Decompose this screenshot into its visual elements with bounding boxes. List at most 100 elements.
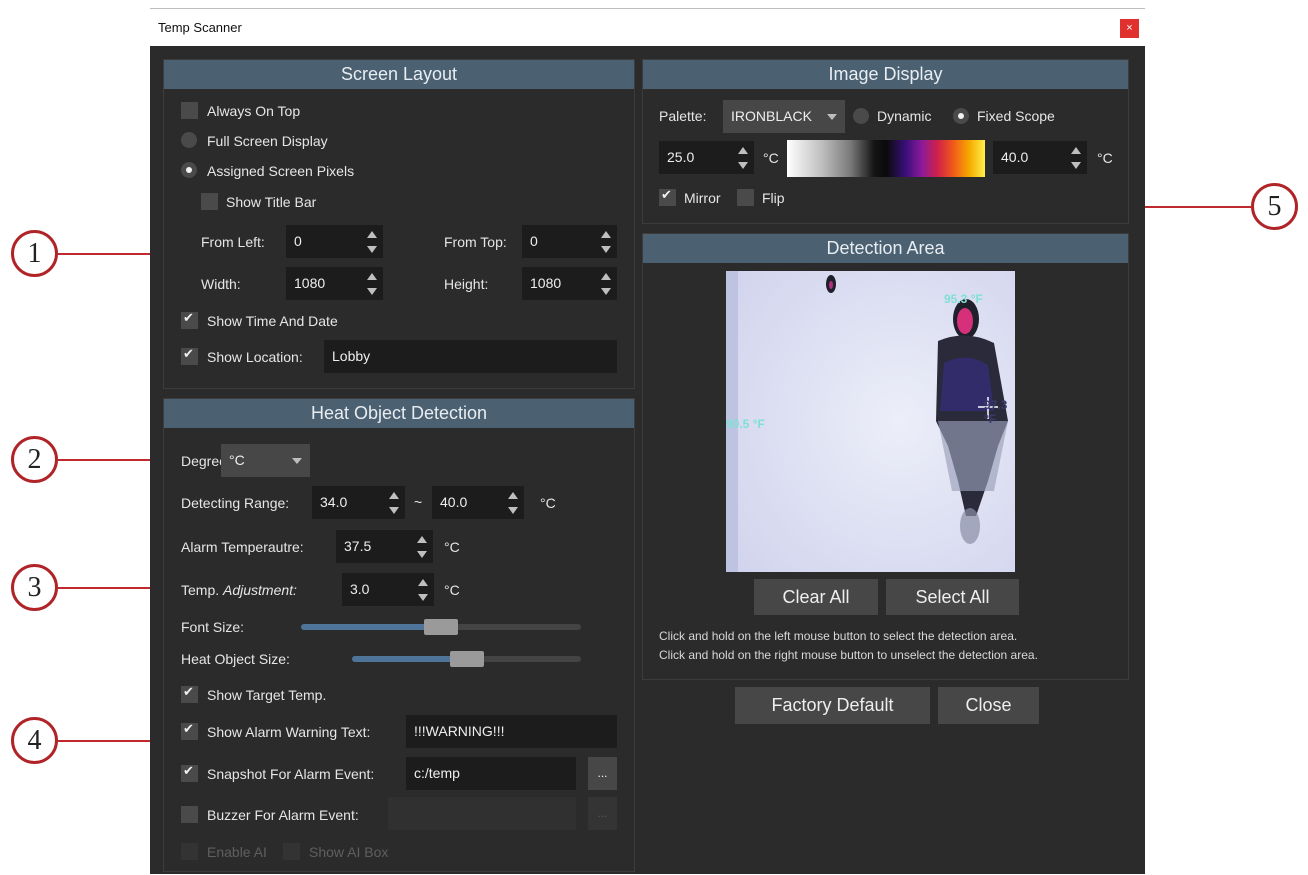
edge-temp-label: 90.5 °F — [726, 417, 765, 431]
from-top-spin-icon[interactable] — [601, 231, 611, 253]
location-input[interactable]: Lobby — [324, 340, 617, 373]
temp-adjustment-label: Temp. Adjustment: — [181, 582, 297, 598]
screen-layout-header: Screen Layout — [164, 60, 634, 89]
factory-default-button[interactable]: Factory Default — [735, 687, 930, 724]
detecting-range-label: Detecting Range: — [181, 495, 290, 511]
heat-object-detection-panel: Heat Object Detection Degree: °C Detecti… — [163, 398, 635, 872]
temp-adjustment-spin-icon[interactable] — [418, 579, 428, 601]
snapshot-path-input[interactable]: c:/temp — [406, 757, 576, 790]
alarm-temperature-value: 37.5 — [344, 538, 372, 554]
palette-value: IRONBLACK — [731, 108, 812, 124]
thermal-camera-view[interactable]: 95.3 °F 97.3 °F 90.5 °F — [726, 271, 1015, 572]
width-spin-icon[interactable] — [367, 273, 377, 295]
scale-min-input[interactable]: 25.0 — [659, 141, 754, 174]
palette-gradient-bar — [787, 140, 985, 177]
scale-max-spin-icon[interactable] — [1071, 147, 1081, 169]
fixed-scope-label: Fixed Scope — [977, 108, 1055, 124]
assigned-screen-pixels-radio[interactable] — [181, 162, 197, 178]
detection-area-panel: Detection Area 95.3 °F 97.3 °F 90.5 °F C… — [642, 233, 1129, 680]
body-temp-label: 97.3 °F — [984, 398, 1008, 426]
height-label: Height: — [444, 276, 489, 292]
height-input[interactable]: 1080 — [522, 267, 617, 300]
temp-adjustment-label-plain: Temp. — [181, 582, 220, 598]
alarm-temperature-spin-icon[interactable] — [417, 536, 427, 558]
mirror-label: Mirror — [684, 190, 721, 206]
alarm-temperature-label: Alarm Temperautre: — [181, 539, 304, 555]
buzzer-browse-button[interactable]: ... — [588, 797, 617, 830]
detecting-range-min-spin-icon[interactable] — [389, 492, 399, 514]
callout-3: 3 — [11, 564, 58, 611]
font-size-label: Font Size: — [181, 619, 245, 635]
heat-object-size-label: Heat Object Size: — [181, 651, 290, 667]
detecting-range-min-input[interactable]: 34.0 — [312, 486, 405, 519]
scale-min-spin-icon[interactable] — [738, 147, 748, 169]
font-size-slider-fill — [301, 624, 441, 630]
temp-adjustment-input[interactable]: 3.0 — [342, 573, 434, 606]
font-size-slider-handle[interactable] — [424, 619, 458, 635]
detecting-range-max-spin-icon[interactable] — [508, 492, 518, 514]
callout-5: 5 — [1251, 183, 1298, 230]
mirror-checkbox[interactable] — [659, 188, 676, 206]
image-display-header: Image Display — [643, 60, 1128, 89]
alarm-temperature-input[interactable]: 37.5 — [336, 530, 433, 563]
from-left-input[interactable]: 0 — [286, 225, 383, 258]
palette-dropdown[interactable]: IRONBLACK — [723, 100, 845, 133]
assigned-screen-pixels-label: Assigned Screen Pixels — [207, 163, 355, 179]
dynamic-radio[interactable] — [853, 108, 869, 124]
from-left-spin-icon[interactable] — [367, 231, 377, 253]
show-ai-box-checkbox[interactable] — [283, 843, 300, 860]
fixed-scope-radio[interactable] — [953, 108, 969, 124]
height-value: 1080 — [530, 275, 562, 291]
buzzer-for-alarm-event-label: Buzzer For Alarm Event: — [207, 807, 359, 823]
show-location-label: Show Location: — [207, 349, 303, 365]
heat-object-size-slider-handle[interactable] — [450, 651, 484, 667]
show-target-temp-checkbox[interactable] — [181, 685, 198, 703]
alarm-warning-text-input[interactable]: !!!WARNING!!! — [406, 715, 617, 748]
callout-1: 1 — [11, 230, 58, 277]
callout-4: 4 — [11, 717, 58, 764]
close-button[interactable]: Close — [938, 687, 1039, 724]
detecting-range-unit: °C — [540, 495, 556, 511]
full-screen-display-radio[interactable] — [181, 132, 197, 148]
always-on-top-label: Always On Top — [207, 103, 301, 119]
show-title-bar-label: Show Title Bar — [226, 194, 317, 210]
detection-area-header: Detection Area — [643, 234, 1128, 263]
width-input[interactable]: 1080 — [286, 267, 383, 300]
detecting-range-max-value: 40.0 — [440, 494, 468, 510]
from-top-label: From Top: — [444, 234, 507, 250]
show-location-checkbox[interactable] — [181, 347, 198, 365]
snapshot-for-alarm-event-checkbox[interactable] — [181, 764, 198, 782]
buzzer-for-alarm-event-checkbox[interactable] — [181, 806, 198, 823]
temp-adjustment-label-italic: Adjustment: — [223, 582, 297, 598]
show-alarm-warning-text-checkbox[interactable] — [181, 722, 198, 740]
detecting-range-max-input[interactable]: 40.0 — [432, 486, 524, 519]
from-top-value: 0 — [530, 233, 538, 249]
detecting-range-min-value: 34.0 — [320, 494, 348, 510]
degree-dropdown[interactable]: °C — [221, 444, 310, 477]
close-window-button[interactable]: × — [1120, 19, 1139, 38]
temp-adjustment-unit: °C — [444, 582, 460, 598]
height-spin-icon[interactable] — [601, 273, 611, 295]
enable-ai-label: Enable AI — [207, 844, 267, 860]
from-top-input[interactable]: 0 — [522, 225, 617, 258]
dynamic-label: Dynamic — [877, 108, 932, 124]
palette-label: Palette: — [659, 108, 707, 124]
scale-max-value: 40.0 — [1001, 149, 1029, 165]
show-time-and-date-checkbox[interactable] — [181, 311, 198, 329]
scale-max-unit: °C — [1097, 150, 1113, 166]
select-all-button[interactable]: Select All — [886, 579, 1019, 615]
flip-checkbox[interactable] — [737, 189, 754, 206]
show-target-temp-label: Show Target Temp. — [207, 687, 327, 703]
scale-max-input[interactable]: 40.0 — [993, 141, 1087, 174]
heat-object-size-slider[interactable] — [352, 651, 581, 667]
flip-label: Flip — [762, 190, 785, 206]
enable-ai-checkbox[interactable] — [181, 843, 198, 860]
buzzer-path-input[interactable] — [388, 797, 576, 830]
font-size-slider[interactable] — [301, 619, 581, 635]
always-on-top-checkbox[interactable] — [181, 102, 198, 119]
show-title-bar-checkbox[interactable] — [201, 193, 218, 210]
clear-all-button[interactable]: Clear All — [754, 579, 878, 615]
snapshot-browse-button[interactable]: ... — [588, 757, 617, 790]
width-value: 1080 — [294, 275, 326, 291]
title-bar: Temp Scanner × — [150, 9, 1145, 46]
